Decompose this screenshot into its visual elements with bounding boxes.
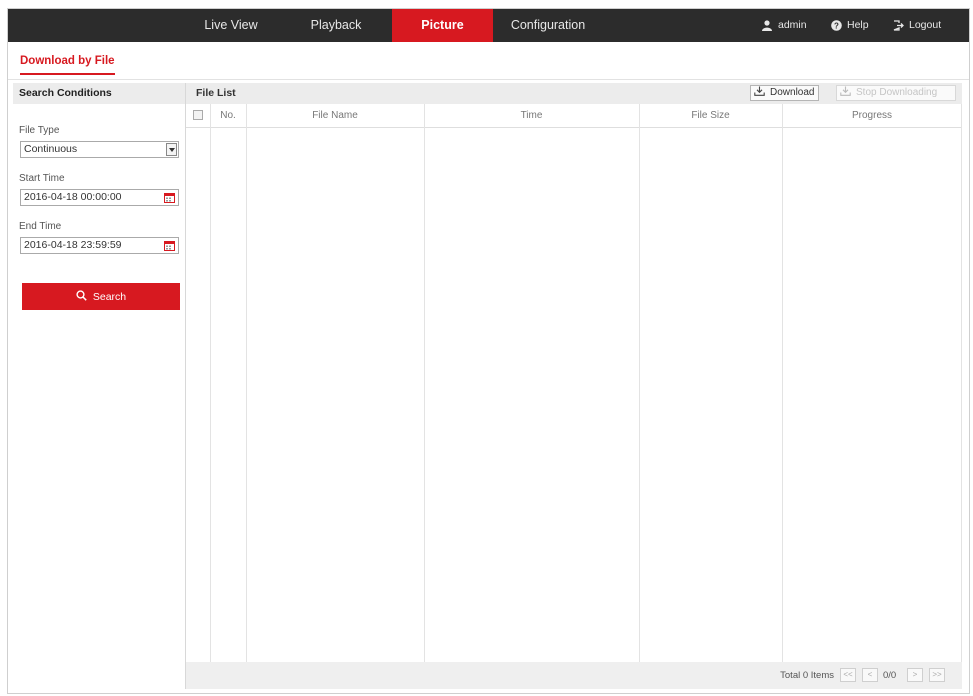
page-indicator: 0/0 — [883, 670, 897, 681]
user-name: admin — [778, 19, 807, 31]
column-divider — [961, 104, 962, 662]
search-conditions-title: Search Conditions — [13, 83, 185, 104]
start-time-label: Start Time — [19, 173, 65, 184]
download-button[interactable]: Download — [750, 85, 820, 101]
column-divider — [424, 104, 425, 662]
file-list-panel: File List Download Stop Downloading No. … — [186, 83, 962, 689]
total-items: Total 0 Items — [780, 670, 834, 681]
search-icon — [76, 289, 87, 304]
select-all-checkbox[interactable] — [193, 110, 203, 120]
search-button[interactable]: Search — [22, 283, 180, 310]
file-list-header: File List Download Stop Downloading — [186, 83, 962, 104]
column-divider — [210, 104, 211, 662]
column-header-time: Time — [520, 110, 543, 121]
calendar-icon[interactable] — [164, 192, 175, 203]
stop-download-icon — [840, 86, 851, 101]
help-icon: ? — [831, 20, 842, 31]
first-page-button[interactable]: << — [840, 668, 856, 682]
search-conditions-panel: Search Conditions File Type Continuous S… — [13, 83, 186, 689]
column-header-file-name: File Name — [312, 110, 358, 121]
download-button-label: Download — [770, 87, 815, 98]
end-time-input[interactable]: 2016-04-18 23:59:59 — [20, 237, 179, 254]
help-link[interactable]: ? Help — [831, 9, 869, 42]
table-header: No. File Name Time File Size Progress — [186, 104, 962, 128]
prev-page-button[interactable]: < — [862, 668, 878, 682]
search-button-label: Search — [92, 290, 127, 303]
column-header-progress: Progress — [851, 110, 892, 121]
file-type-select[interactable]: Continuous — [20, 141, 179, 158]
column-header-file-size: File Size — [691, 110, 730, 121]
start-time-input[interactable]: 2016-04-18 00:00:00 — [20, 189, 179, 206]
svg-text:?: ? — [834, 22, 839, 31]
tab-download-by-file[interactable]: Download by File — [20, 55, 115, 75]
end-time-value: 2016-04-18 23:59:59 — [24, 239, 122, 251]
pagination-bar: Total 0 Items << < 0/0 > >> — [186, 662, 962, 689]
tab-playback[interactable]: Playback — [298, 9, 374, 42]
tab-live-view[interactable]: Live View — [193, 9, 269, 42]
logout-link[interactable]: Logout — [893, 9, 941, 42]
column-header-no: No. — [220, 110, 236, 121]
file-list-title: File List — [196, 87, 236, 99]
stop-downloading-label: Stop Downloading — [856, 87, 938, 98]
user-icon — [761, 20, 773, 31]
end-time-label: End Time — [19, 221, 62, 232]
help-label: Help — [847, 19, 869, 31]
column-divider — [639, 104, 640, 662]
chevron-down-icon — [166, 143, 177, 156]
download-icon — [754, 86, 765, 101]
stop-downloading-button[interactable]: Stop Downloading — [836, 85, 956, 101]
calendar-icon[interactable] — [164, 240, 175, 251]
last-page-button[interactable]: >> — [929, 668, 945, 682]
file-list-table: No. File Name Time File Size Progress — [186, 104, 962, 662]
next-page-button[interactable]: > — [907, 668, 923, 682]
file-type-value: Continuous — [24, 143, 78, 155]
tab-configuration[interactable]: Configuration — [506, 9, 590, 42]
column-divider — [246, 104, 247, 662]
tab-divider — [8, 79, 969, 80]
logout-icon — [893, 20, 904, 31]
app-window: Live View Playback Picture Configuration… — [7, 8, 970, 694]
top-nav-bar: Live View Playback Picture Configuration… — [8, 9, 969, 42]
column-divider — [782, 104, 783, 662]
file-type-label: File Type — [19, 125, 60, 136]
user-menu[interactable]: admin — [761, 9, 807, 42]
logout-label: Logout — [909, 19, 942, 31]
start-time-value: 2016-04-18 00:00:00 — [24, 191, 122, 203]
tab-picture[interactable]: Picture — [392, 9, 493, 42]
